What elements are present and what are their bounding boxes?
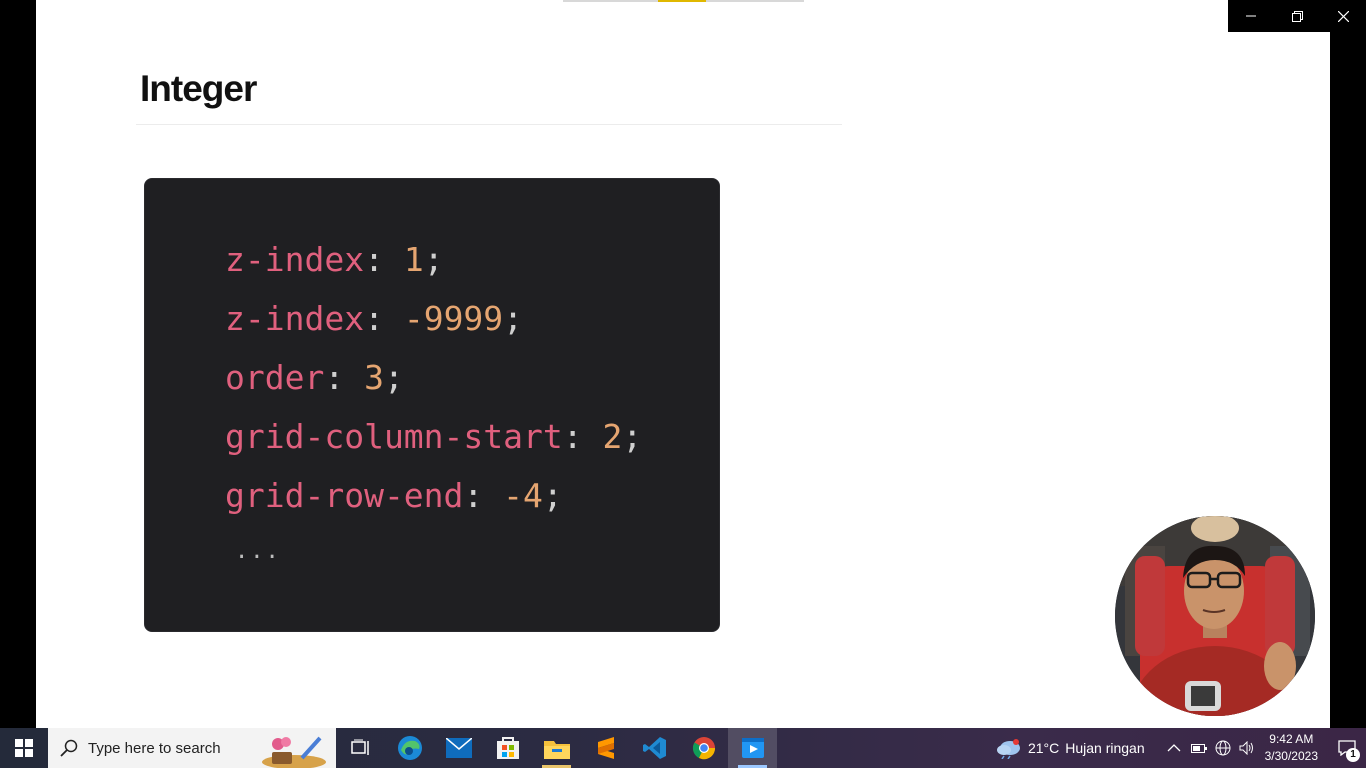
- store-icon[interactable]: [483, 728, 532, 768]
- window-controls: [1228, 0, 1366, 32]
- css-property: order: [225, 358, 325, 397]
- css-value: -4: [503, 476, 543, 515]
- code-ellipsis: ...: [235, 539, 281, 564]
- css-property: grid-row-end: [225, 476, 464, 515]
- css-value: 1: [403, 240, 424, 279]
- slide-progress-fill: [658, 0, 706, 2]
- edge-icon[interactable]: [385, 728, 434, 768]
- weather-desc[interactable]: Hujan ringan: [1065, 740, 1144, 756]
- volume-icon[interactable]: [1239, 741, 1255, 755]
- css-property: z-index: [225, 240, 365, 279]
- vscode-icon[interactable]: [630, 728, 679, 768]
- chevron-up-icon[interactable]: [1167, 743, 1181, 753]
- code-colon: :: [324, 358, 345, 397]
- code-semicolon: ;: [503, 299, 524, 338]
- webcam-overlay: [1115, 516, 1315, 716]
- network-globe-icon[interactable]: [1215, 740, 1231, 756]
- taskbar: Type here to search 21°C Hujan ringan 9:…: [0, 728, 1366, 768]
- css-property: z-index: [225, 299, 365, 338]
- sublime-text-icon[interactable]: [581, 728, 630, 768]
- right-letterbox: [1330, 0, 1366, 728]
- code-semicolon: ;: [542, 476, 563, 515]
- code-line: z-index: 1;: [225, 237, 642, 296]
- code-lines: z-index: 1; z-index: -9999; order: 3; grid-…: [225, 237, 642, 532]
- code-colon: :: [463, 476, 484, 515]
- css-value: 2: [602, 417, 623, 456]
- close-icon[interactable]: [1320, 0, 1366, 32]
- slide-title: Integer: [140, 68, 257, 109]
- css-value: -9999: [403, 299, 504, 338]
- mail-icon[interactable]: [434, 728, 483, 768]
- code-block: z-index: 1; z-index: -9999; order: 3; grid-…: [144, 178, 720, 632]
- code-colon: :: [562, 417, 583, 456]
- notification-center-icon[interactable]: 1: [1328, 728, 1366, 768]
- code-semicolon: ;: [383, 358, 404, 397]
- code-line: order: 3;: [225, 355, 642, 414]
- presenter-image: [1115, 516, 1315, 716]
- code-line: grid-column-start: 2;: [225, 414, 642, 473]
- code-line: grid-row-end: -4;: [225, 473, 642, 532]
- restore-icon[interactable]: [1274, 0, 1320, 32]
- clock-date: 3/30/2023: [1264, 749, 1318, 763]
- file-explorer-icon[interactable]: [532, 728, 581, 768]
- search-highlight-icon: [256, 732, 332, 768]
- css-value: 3: [364, 358, 384, 397]
- css-property: grid-column-start: [225, 417, 563, 456]
- code-colon: :: [364, 299, 384, 338]
- taskbar-search[interactable]: Type here to search: [48, 728, 336, 768]
- taskbar-clock[interactable]: 9:42 AM 3/30/2023: [1265, 731, 1318, 765]
- left-letterbox: [0, 0, 36, 728]
- weather-temp[interactable]: 21°C: [1028, 740, 1059, 756]
- title-divider: [136, 124, 842, 125]
- system-tray: 21°C Hujan ringan 9:42 AM 3/30/2023 1: [996, 728, 1366, 768]
- weather-cloud-icon[interactable]: [996, 737, 1022, 759]
- minimize-icon[interactable]: [1228, 0, 1274, 32]
- code-colon: :: [364, 240, 384, 279]
- windows-start-icon[interactable]: [0, 728, 48, 768]
- notification-count-badge: 1: [1346, 748, 1360, 762]
- task-view-icon[interactable]: [336, 728, 385, 768]
- search-placeholder: Type here to search: [88, 739, 221, 757]
- slide-progress-bar: [563, 0, 804, 2]
- code-line: z-index: -9999;: [225, 296, 642, 355]
- video-player-icon[interactable]: [728, 728, 777, 768]
- clock-time: 9:42 AM: [1269, 732, 1314, 746]
- code-semicolon: ;: [423, 240, 444, 279]
- code-semicolon: ;: [622, 417, 643, 456]
- chrome-icon[interactable]: [679, 728, 728, 768]
- battery-icon[interactable]: [1190, 742, 1207, 754]
- search-icon: [60, 739, 78, 757]
